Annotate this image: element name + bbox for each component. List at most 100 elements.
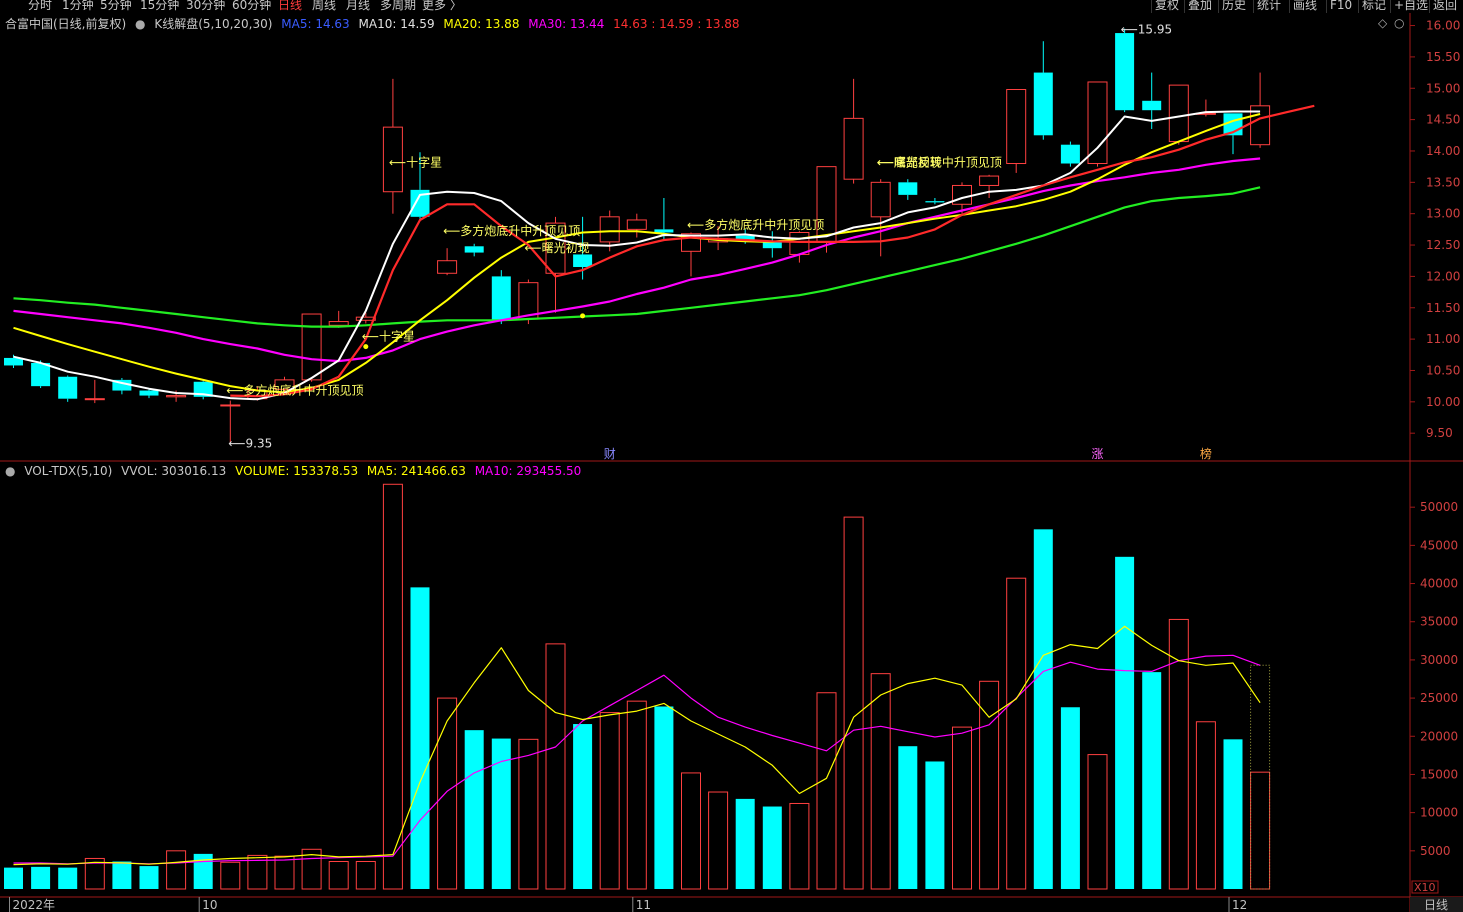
tab-1[interactable]: 1分钟 bbox=[62, 0, 94, 12]
volume-bar-up[interactable] bbox=[789, 802, 810, 890]
candle-up[interactable] bbox=[599, 216, 620, 243]
candle-down[interactable] bbox=[1033, 72, 1053, 136]
candle-down[interactable] bbox=[1142, 100, 1162, 111]
volume-bar-up[interactable] bbox=[626, 700, 647, 890]
tab-2[interactable]: 5分钟 bbox=[100, 0, 132, 12]
candle-down[interactable] bbox=[464, 246, 484, 253]
tab-0[interactable]: 分时 bbox=[28, 0, 52, 12]
volume-bar-down[interactable] bbox=[735, 798, 755, 889]
volume-bar-down[interactable] bbox=[1142, 672, 1162, 889]
candle-down[interactable] bbox=[139, 390, 159, 396]
volume-bar-down[interactable] bbox=[573, 724, 593, 889]
tool-5[interactable]: F10 bbox=[1330, 0, 1352, 12]
tab-6[interactable]: 日线 bbox=[278, 0, 302, 12]
candle-down[interactable] bbox=[925, 201, 945, 203]
candle-down[interactable] bbox=[1115, 33, 1135, 111]
volume-bar-down[interactable] bbox=[464, 730, 484, 889]
candle-up[interactable] bbox=[1168, 84, 1189, 143]
volume-bar-down[interactable] bbox=[112, 861, 132, 889]
candle-up[interactable] bbox=[1006, 89, 1027, 165]
candle-down[interactable] bbox=[491, 276, 511, 321]
tool-8[interactable]: 返回 bbox=[1433, 0, 1457, 12]
candle-up[interactable] bbox=[979, 175, 1000, 186]
indicator-name[interactable]: K线解盘(5,10,20,30) bbox=[154, 17, 272, 31]
tool-0[interactable]: 复权 bbox=[1155, 0, 1179, 12]
candle-up[interactable] bbox=[437, 260, 458, 274]
volume-bar-up[interactable] bbox=[166, 850, 187, 890]
volume-bar-down[interactable] bbox=[1033, 529, 1053, 889]
volume-bar-down[interactable] bbox=[58, 867, 78, 889]
volume-bar-up[interactable] bbox=[599, 712, 620, 890]
indicator-toggle-icon[interactable]: ● bbox=[135, 17, 145, 31]
candle-down[interactable] bbox=[31, 362, 51, 387]
vol-indicator-name[interactable]: VOL-TDX(5,10) bbox=[24, 464, 112, 478]
price-tick-label: 15.00 bbox=[1426, 81, 1460, 95]
volume-bar-up[interactable] bbox=[1195, 721, 1216, 890]
candle-up[interactable] bbox=[843, 117, 864, 180]
tab-5[interactable]: 60分钟 bbox=[232, 0, 271, 12]
volume-bar-up[interactable] bbox=[681, 772, 701, 890]
tab-7[interactable]: 周线 bbox=[312, 0, 336, 12]
vol-tick-label: 30000 bbox=[1420, 653, 1458, 667]
candle-up[interactable] bbox=[952, 184, 972, 205]
candle-up[interactable] bbox=[84, 398, 105, 401]
volume-bar-down[interactable] bbox=[898, 746, 918, 889]
candle-down[interactable] bbox=[58, 376, 78, 399]
vol-toggle-icon[interactable]: ● bbox=[5, 464, 15, 478]
volume-bar-down[interactable] bbox=[1223, 739, 1243, 889]
volume-bar-up[interactable] bbox=[708, 791, 729, 890]
volume-bar-down[interactable] bbox=[410, 587, 430, 889]
tool-separator bbox=[1326, 0, 1327, 13]
volume-bar-down[interactable] bbox=[654, 706, 674, 889]
volume-bar-down[interactable] bbox=[139, 866, 159, 889]
tool-6[interactable]: 标记 bbox=[1362, 0, 1386, 12]
tool-4[interactable]: 画线 bbox=[1293, 0, 1317, 12]
volume-bar-up[interactable] bbox=[437, 697, 458, 890]
volume-bar-down[interactable] bbox=[1115, 556, 1135, 889]
volume-bar-down[interactable] bbox=[925, 761, 945, 889]
candle-up[interactable] bbox=[220, 404, 241, 407]
volume-bar-up[interactable] bbox=[1250, 771, 1271, 890]
price-tick-label: 11.00 bbox=[1426, 332, 1460, 346]
volume-bar-up[interactable] bbox=[274, 855, 295, 890]
volume-bar-up[interactable] bbox=[816, 692, 837, 890]
tab-8[interactable]: 月线 bbox=[346, 0, 370, 12]
candle-down[interactable] bbox=[573, 254, 593, 267]
volume-bar-down[interactable] bbox=[1060, 707, 1080, 889]
volume-bar-up[interactable] bbox=[1087, 754, 1108, 890]
volume-bar-up[interactable] bbox=[1006, 577, 1027, 890]
tab-9[interactable]: 多周期 bbox=[380, 0, 416, 12]
volume-bar-down[interactable] bbox=[4, 867, 23, 889]
volume-bar-up[interactable] bbox=[545, 643, 566, 890]
candle-down[interactable] bbox=[898, 182, 918, 195]
tool-separator bbox=[1289, 0, 1290, 13]
volume-bar-up[interactable] bbox=[382, 483, 403, 890]
candle-down[interactable] bbox=[654, 229, 674, 233]
price-tick-label: 10.00 bbox=[1426, 395, 1460, 409]
volume-bar-down[interactable] bbox=[31, 866, 51, 889]
volume-bar-up[interactable] bbox=[328, 861, 349, 890]
tool-2[interactable]: 历史 bbox=[1222, 0, 1246, 12]
volume-bar-up[interactable] bbox=[355, 861, 376, 890]
kline-chart[interactable]: 16.00 15.50 15.00 14.50 14.00 13.50 13.00 12.50… bbox=[0, 13, 1463, 912]
volume-bar-up[interactable] bbox=[518, 738, 539, 890]
tab-4[interactable]: 30分钟 bbox=[186, 0, 225, 12]
volume-bar-up[interactable] bbox=[843, 516, 864, 890]
volume-bar-up[interactable] bbox=[220, 861, 241, 890]
tool-3[interactable]: 统计 bbox=[1257, 0, 1281, 12]
candle-down[interactable] bbox=[1060, 144, 1080, 164]
candle-up[interactable] bbox=[1087, 81, 1108, 165]
tool-7[interactable]: +自选 bbox=[1394, 0, 1428, 12]
candle-up[interactable] bbox=[301, 313, 322, 381]
tab-10[interactable]: 更多 〉 bbox=[422, 0, 462, 12]
tab-3[interactable]: 15分钟 bbox=[140, 0, 179, 12]
volume-bar-down[interactable] bbox=[762, 806, 782, 889]
volume-bar-up[interactable] bbox=[870, 673, 891, 890]
tool-1[interactable]: 叠加 bbox=[1188, 0, 1212, 12]
candle-up[interactable] bbox=[626, 219, 647, 230]
candle-up[interactable] bbox=[870, 181, 891, 218]
volume-bar-up[interactable] bbox=[952, 726, 972, 890]
vol-tick-label: 10000 bbox=[1420, 806, 1458, 820]
candle-up[interactable] bbox=[166, 395, 187, 398]
candle-up[interactable] bbox=[328, 321, 349, 326]
